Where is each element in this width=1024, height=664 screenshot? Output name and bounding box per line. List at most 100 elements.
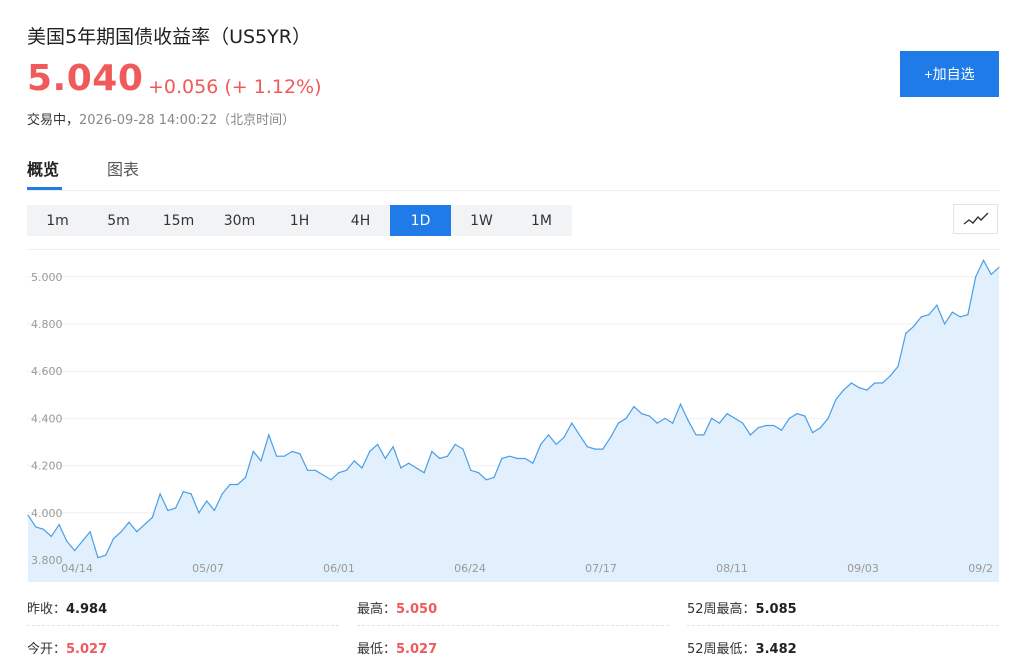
- data-point: [446, 455, 449, 457]
- data-point: [244, 476, 247, 478]
- data-point: [454, 443, 456, 445]
- data-point: [648, 415, 651, 417]
- data-point: [330, 479, 332, 481]
- data-point: [780, 429, 783, 431]
- range-5m[interactable]: 5m: [88, 205, 149, 236]
- data-point: [734, 417, 736, 419]
- data-point: [563, 436, 565, 438]
- x-tick-label: 07/17: [585, 562, 617, 575]
- data-point: [602, 448, 604, 450]
- range-4h[interactable]: 4H: [330, 205, 391, 236]
- divider: [357, 625, 669, 626]
- data-point: [493, 476, 495, 478]
- stat-prev-close: 昨收：4.984: [27, 602, 108, 617]
- data-point: [664, 417, 666, 419]
- data-point: [804, 415, 806, 417]
- data-point: [749, 434, 752, 436]
- add-to-watchlist-button[interactable]: +加自选: [900, 51, 999, 97]
- divider: [687, 625, 999, 626]
- data-point: [509, 455, 511, 457]
- data-point: [571, 422, 573, 424]
- stat-low: 最低：5.027: [357, 642, 438, 657]
- data-point: [392, 446, 394, 448]
- data-point: [695, 434, 697, 436]
- data-point: [796, 413, 798, 415]
- data-point: [889, 375, 891, 377]
- range-1d[interactable]: 1D: [390, 205, 451, 236]
- data-point: [874, 382, 876, 384]
- data-point: [625, 417, 627, 419]
- stat-52w-high: 52周最高：5.085: [687, 602, 797, 617]
- y-tick-label: 4.200: [31, 460, 63, 473]
- data-point: [679, 403, 682, 405]
- data-point: [990, 273, 992, 275]
- data-point: [773, 424, 775, 427]
- data-point: [252, 450, 254, 452]
- range-1h[interactable]: 1H: [269, 205, 330, 236]
- data-point: [369, 450, 371, 452]
- data-point: [260, 460, 262, 462]
- y-tick-label: 4.000: [31, 507, 63, 520]
- data-point: [998, 266, 1000, 268]
- stat-high: 最高：5.050: [357, 602, 438, 617]
- data-point: [159, 493, 161, 495]
- data-point: [975, 276, 977, 278]
- data-point: [982, 259, 985, 261]
- data-point: [353, 460, 355, 462]
- data-point: [742, 422, 744, 424]
- data-point: [578, 434, 581, 436]
- range-1m[interactable]: 1m: [27, 205, 88, 236]
- data-point: [237, 483, 239, 486]
- range-1w[interactable]: 1W: [451, 205, 512, 236]
- line-chart-icon: [963, 212, 988, 225]
- data-point: [610, 436, 612, 438]
- data-point: [198, 512, 200, 514]
- data-point: [35, 526, 37, 528]
- data-point: [175, 507, 177, 509]
- data-point: [726, 413, 728, 415]
- data-point: [81, 540, 83, 542]
- y-tick-label: 5.000: [31, 271, 63, 284]
- trading-status: 交易中，2026-09-28 14:00:22（北京时间）: [27, 109, 295, 128]
- data-point: [89, 531, 91, 533]
- data-point: [50, 535, 52, 537]
- data-point: [765, 424, 767, 427]
- data-point: [299, 453, 301, 455]
- tab-overview[interactable]: 概览: [27, 156, 59, 180]
- data-point: [268, 434, 270, 436]
- range-30m[interactable]: 30m: [209, 205, 270, 236]
- data-point: [151, 516, 153, 519]
- data-point: [182, 491, 184, 493]
- range-15m[interactable]: 15m: [148, 205, 209, 236]
- data-point: [229, 483, 231, 486]
- data-point: [516, 457, 518, 460]
- data-point: [485, 479, 487, 481]
- data-point: [524, 457, 526, 460]
- data-point: [283, 455, 285, 457]
- stat-open: 今开：5.027: [27, 642, 108, 657]
- data-point: [415, 467, 417, 469]
- data-point: [314, 469, 316, 471]
- data-point: [338, 472, 340, 474]
- data-point: [819, 427, 821, 429]
- data-point: [143, 524, 146, 526]
- range-1mo[interactable]: 1M: [511, 205, 572, 236]
- current-price: 5.040: [27, 58, 144, 99]
- data-point: [112, 538, 114, 540]
- chart-type-toggle[interactable]: [953, 204, 998, 234]
- data-point: [920, 316, 922, 318]
- data-point: [120, 531, 122, 533]
- data-point: [74, 550, 76, 552]
- data-point: [594, 448, 596, 450]
- data-point: [586, 446, 588, 448]
- data-point: [936, 304, 938, 306]
- price-chart: 3.800 4.000 4.200 4.400 4.600 4.800 5.000 04/14…: [27, 249, 1000, 582]
- stats-row: 今开：5.027 最低：5.027 52周最低：3.482: [27, 638, 999, 664]
- x-tick-label: 08/11: [716, 562, 748, 575]
- data-point: [66, 540, 68, 542]
- status-label: 交易中，: [27, 113, 80, 128]
- x-tick-label: 09/2: [968, 562, 993, 575]
- stat-52w-low: 52周最低：3.482: [687, 642, 797, 657]
- tab-chart[interactable]: 图表: [107, 156, 139, 180]
- stats-row: 昨收：4.984 最高：5.050 52周最高：5.085: [27, 598, 999, 628]
